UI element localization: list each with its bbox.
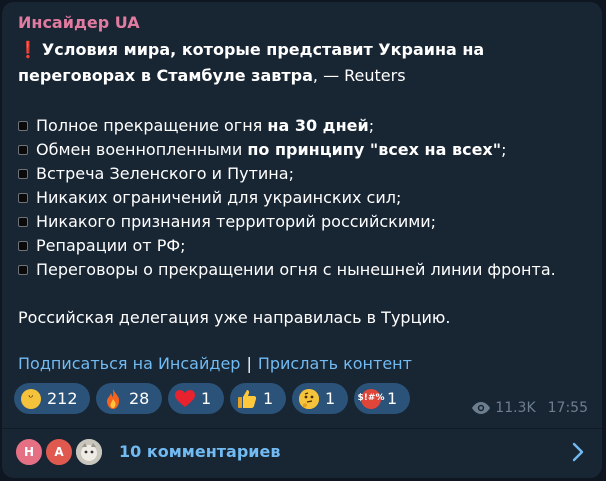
list-item: Репарации от РФ;: [18, 235, 186, 257]
list-item-text: Репарации от РФ;: [36, 236, 186, 255]
avatar: А: [44, 437, 74, 467]
face-with-symbols-icon: $!#%: [358, 388, 384, 409]
black-square-icon: [18, 169, 28, 179]
reaction-grinning-face[interactable]: ᵕ 212: [14, 383, 90, 414]
list-item: Никакого признания территорий российским…: [18, 211, 436, 233]
black-square-icon: [18, 265, 28, 275]
reaction-fire[interactable]: 28: [96, 383, 162, 414]
message-bubble: Инсайдер UA ❗ Условия мира, которые предс…: [2, 2, 602, 478]
list-item-bold: на 30 дней: [267, 116, 369, 135]
post-meta: 11.3K 17:55: [472, 400, 588, 416]
fire-icon: [103, 388, 123, 409]
list-item-text: Полное прекращение огня: [36, 116, 268, 135]
eye-icon: [472, 402, 491, 414]
subscribe-link[interactable]: Подписаться на Инсайдер: [18, 354, 240, 373]
divider: [2, 428, 602, 429]
headline-suffix: , — Reuters: [312, 66, 406, 85]
black-square-icon: [18, 193, 28, 203]
chevron-right-icon[interactable]: [572, 442, 584, 466]
headline-line-2: переговорах в Стамбуле завтра, — Reuters: [18, 65, 406, 87]
black-square-icon: [18, 145, 28, 155]
reaction-count: 1: [263, 389, 274, 408]
list-item-after: ;: [501, 140, 507, 159]
reaction-count: 1: [201, 389, 212, 408]
reaction-count: 1: [325, 389, 336, 408]
red-heart-icon: [175, 389, 195, 409]
view-count: 11.3K: [495, 400, 536, 416]
list-item: Обмен военнопленными по принципу "всех н…: [18, 139, 506, 161]
reaction-count: 1: [387, 389, 398, 408]
avatar-photo: [74, 437, 104, 467]
list-item: Никаких ограничений для украинских сил;: [18, 187, 401, 209]
grinning-face-icon: ᵕ: [21, 388, 41, 409]
post-time: 17:55: [547, 400, 588, 416]
headline-bold: Условия мира, которые представит Украина…: [41, 40, 485, 59]
black-square-icon: [18, 217, 28, 227]
submit-content-link[interactable]: Прислать контент: [258, 354, 412, 373]
thumbs-up-icon: [237, 389, 257, 409]
list-item: Полное прекращение огня на 30 дней;: [18, 115, 374, 137]
list-item-text: Никаких ограничений для украинских сил;: [36, 188, 402, 207]
thinking-face-icon: [299, 388, 319, 409]
exclamation-icon: ❗: [18, 40, 38, 59]
list-item-text: Никакого признания территорий российским…: [36, 212, 437, 231]
list-item-bold: по принципу "всех на всех": [247, 140, 502, 159]
black-square-icon: [18, 241, 28, 251]
avatar: Н: [14, 437, 44, 467]
reaction-face-with-symbols[interactable]: $!#% 1: [354, 383, 410, 414]
list-item: Переговоры о прекращении огня с нынешней…: [18, 259, 556, 281]
reaction-thumbs-up[interactable]: 1: [230, 383, 286, 414]
reaction-red-heart[interactable]: 1: [168, 383, 224, 414]
link-separator: |: [246, 354, 252, 373]
list-item-text: Переговоры о прекращении огня с нынешней…: [36, 260, 556, 279]
reaction-count: 28: [129, 389, 150, 408]
post-links: Подписаться на Инсайдер | Прислать контент: [18, 354, 412, 373]
headline-line-1: ❗ Условия мира, которые представит Украин…: [18, 39, 484, 61]
closing-text: Российская делегация уже направилась в Т…: [18, 308, 451, 327]
reaction-thinking-face[interactable]: 1: [292, 383, 348, 414]
list-item-text: Обмен военнопленными: [36, 140, 248, 159]
reaction-count: 212: [47, 389, 78, 408]
channel-name[interactable]: Инсайдер UA: [18, 13, 140, 32]
comments-bar[interactable]: Н А 10 комментариев: [14, 436, 590, 472]
black-square-icon: [18, 121, 28, 131]
list-item-text: Встреча Зеленского и Путина;: [36, 164, 294, 183]
list-item: Встреча Зеленского и Путина;: [18, 163, 294, 185]
headline-bold-2: переговорах в Стамбуле завтра: [18, 66, 313, 85]
list-item-after: ;: [368, 116, 375, 135]
comments-count[interactable]: 10 комментариев: [119, 442, 280, 461]
